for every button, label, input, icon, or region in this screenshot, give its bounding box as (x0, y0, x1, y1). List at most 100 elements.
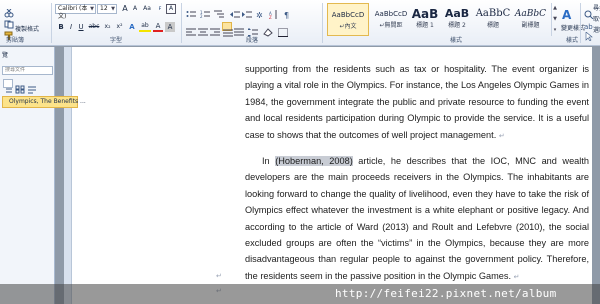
font-name-combo[interactable]: Calibri (本文) ▼ (55, 4, 96, 20)
font-color-button[interactable]: A (153, 22, 163, 32)
strikethrough-button[interactable]: abc (87, 22, 101, 32)
select-button[interactable]: 選取 (593, 26, 600, 35)
shading-icon[interactable] (263, 22, 273, 37)
more-icon[interactable]: ▾ (552, 25, 558, 36)
nav-search-input[interactable]: 搜尋文件 (2, 66, 53, 75)
svg-text:✲: ✲ (256, 11, 263, 19)
style-name: 標題 2 (448, 22, 466, 29)
document-text[interactable]: supporting from the residents such as ta… (245, 61, 589, 286)
style-name: ↵無間距 (379, 22, 403, 29)
change-styles-label: 樣式 (566, 37, 579, 44)
copy-icon[interactable] (4, 14, 14, 29)
increase-indent-icon[interactable] (242, 4, 252, 18)
bullets-icon[interactable] (186, 4, 196, 17)
svg-text:Z: Z (269, 15, 272, 19)
font-name-value: Calibri (本文) (58, 5, 88, 20)
highlight-button[interactable]: ab (139, 22, 151, 32)
format-painter-button[interactable]: 複製格式 (15, 25, 39, 34)
grow-font-button[interactable]: A (120, 4, 130, 14)
bold-button[interactable]: B (56, 22, 66, 32)
style-sample: AaB (411, 7, 439, 21)
style-name: 標題 (486, 22, 499, 29)
svg-text:A: A (562, 8, 572, 21)
chevron-down-icon: ▼ (90, 6, 94, 12)
style-sample: AaBbCcD (331, 11, 365, 19)
style-no-spacing[interactable]: AaBbCcD ↵無間距 (370, 3, 412, 36)
superscript-button[interactable]: x² (114, 22, 125, 32)
styles-group-label: 樣式 (450, 37, 463, 44)
line-spacing-icon[interactable] (247, 22, 258, 37)
empty-paragraph-mark: ↵ (216, 272, 222, 280)
borders-icon[interactable] (278, 22, 288, 37)
style-subtitle[interactable]: AaBbC 副標題 (512, 3, 549, 36)
font-size-combo[interactable]: 12 ▼ (97, 4, 117, 14)
gallery-scroll[interactable]: ▲ ▼ ▾ (551, 3, 558, 36)
citation-field[interactable]: (Hoberman, 2008) (275, 156, 353, 167)
change-styles-icon[interactable]: A (562, 6, 576, 22)
clipboard-group-label: 剪貼簿 (6, 37, 25, 44)
paragraph-mark: ↵ (498, 132, 505, 140)
underline-button[interactable]: U (76, 22, 86, 32)
chevron-down-icon[interactable]: ▼ (552, 14, 558, 25)
paragraph-2-lead: In (262, 156, 270, 167)
paragraph-1[interactable]: supporting from the residents such as ta… (245, 61, 589, 145)
italic-button[interactable]: I (66, 22, 76, 32)
char-shading-button[interactable]: A (165, 22, 175, 32)
vertical-ruler (64, 47, 72, 304)
chinese-layout-icon[interactable]: ✲ (256, 4, 266, 20)
phonetic-icon[interactable]: ꜰ (155, 4, 165, 14)
style-sample: AaBbC (475, 8, 511, 19)
nav-headings-tab-icon[interactable] (3, 79, 13, 93)
char-border-icon[interactable]: A (166, 4, 176, 14)
shrink-font-button[interactable]: A (130, 4, 140, 14)
style-sample: AaBbC (514, 9, 547, 19)
svg-text:¶: ¶ (284, 11, 289, 19)
document-page[interactable]: supporting from the residents such as ta… (64, 47, 592, 304)
style-name: 副標題 (521, 22, 540, 29)
replace-button[interactable]: 取代 (593, 15, 600, 24)
cut-icon[interactable] (4, 3, 14, 18)
find-button[interactable]: 尋找 (593, 4, 600, 13)
show-marks-icon[interactable]: ¶ (283, 4, 293, 20)
change-styles-button[interactable]: 變更樣式 (561, 24, 585, 33)
style-sample: AaB (444, 7, 470, 20)
style-heading-1[interactable]: AaB 標題 1 (407, 3, 443, 36)
multilevel-list-icon[interactable] (214, 4, 224, 18)
paragraph-group-label: 段落 (246, 37, 259, 44)
paragraph-2[interactable]: In (Hoberman, 2008) article, he describe… (245, 153, 589, 286)
chevron-down-icon: ▼ (111, 6, 115, 12)
format-painter-icon[interactable] (4, 25, 14, 40)
style-normal[interactable]: AaBbCcD ↵內文 (327, 3, 369, 36)
align-right-icon[interactable] (210, 22, 220, 36)
nav-pages-tab-icon[interactable] (15, 79, 25, 94)
paragraph-2-text: article, he describes that the IOC, MNC … (245, 156, 589, 281)
paragraph-mark: ↵ (513, 273, 520, 281)
paragraph-1-text: supporting from the residents such as ta… (245, 64, 589, 140)
text-effects-button[interactable]: A (127, 22, 137, 32)
svg-text:2: 2 (200, 14, 203, 19)
nav-results-tab-icon[interactable] (27, 79, 37, 94)
watermark-text: http://feifei22.pixnet.net/album (335, 287, 557, 300)
chevron-up-icon[interactable]: ▲ (552, 3, 558, 14)
style-name: ↵內文 (339, 23, 357, 30)
watermark-bar: http://feifei22.pixnet.net/album (0, 284, 600, 304)
decrease-indent-icon[interactable] (230, 4, 240, 18)
navigation-pane: 覽 搜尋文件 Olympics, The Benefits ... (0, 47, 86, 304)
sort-icon[interactable]: AZ (269, 4, 279, 20)
distributed-icon[interactable] (234, 22, 244, 36)
style-title[interactable]: AaBbC 標題 (474, 3, 512, 36)
nav-title: 覽 (2, 52, 9, 59)
style-name: 標題 1 (416, 22, 434, 29)
justify-icon[interactable] (222, 22, 233, 37)
styles-gallery: AaBbCcD ↵內文 AaBbCcD ↵無間距 AaB 標題 1 AaB 標題… (327, 3, 549, 36)
subscript-button[interactable]: x₂ (102, 22, 113, 32)
ribbon: 複製格式 剪貼簿 Calibri (本文) ▼ 12 ▼ A A Aa ꜰ A B … (0, 0, 600, 46)
document-area: supporting from the residents such as ta… (55, 47, 600, 304)
style-heading-2[interactable]: AaB 標題 2 (441, 3, 473, 36)
clear-format-button[interactable]: Aa (141, 4, 153, 14)
nav-heading-item[interactable]: Olympics, The Benefits ... (2, 96, 86, 108)
font-group-label: 字型 (110, 37, 123, 44)
align-center-icon[interactable] (198, 22, 208, 36)
align-left-icon[interactable] (186, 22, 196, 36)
numbering-icon[interactable]: 12 (200, 4, 210, 19)
